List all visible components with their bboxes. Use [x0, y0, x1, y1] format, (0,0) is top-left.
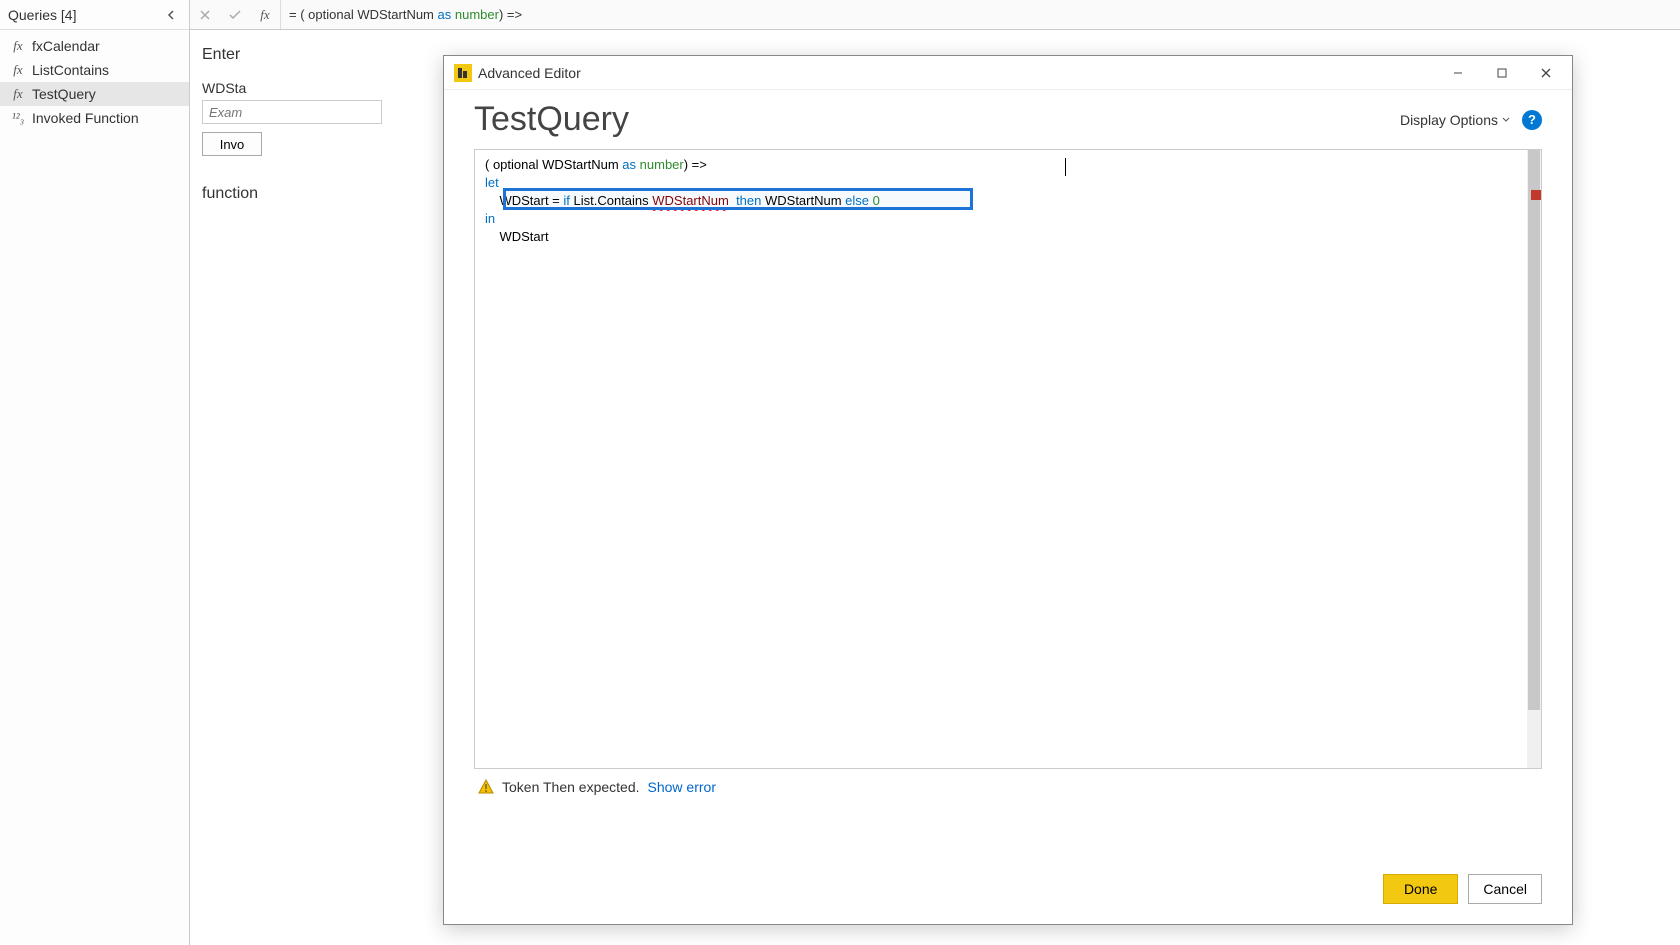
- code-line-5: WDStart: [485, 228, 1531, 246]
- query-item-listcontains[interactable]: fx ListContains: [0, 58, 189, 82]
- advanced-editor-dialog: Advanced Editor TestQuery: [443, 55, 1573, 925]
- editor-heading: TestQuery: [474, 100, 629, 139]
- function-section-label: function: [202, 185, 258, 203]
- fx-icon: fx: [10, 62, 26, 78]
- help-icon[interactable]: ?: [1522, 110, 1542, 130]
- show-error-link[interactable]: Show error: [648, 779, 716, 795]
- query-label: TestQuery: [32, 86, 96, 102]
- scroll-thumb[interactable]: [1528, 150, 1540, 710]
- code-line-3: WDStart = if List.Contains WDStartNum th…: [485, 192, 1531, 210]
- query-label: fxCalendar: [32, 38, 100, 54]
- fx-formula-button[interactable]: fx: [250, 1, 280, 29]
- query-label: ListContains: [32, 62, 109, 78]
- param-input[interactable]: [202, 100, 382, 124]
- param-name-label: WDSta: [202, 80, 246, 96]
- app-icon: [454, 64, 472, 82]
- fx-icon: fx: [10, 86, 26, 102]
- dialog-footer: Done Cancel: [444, 864, 1572, 924]
- error-message: Token Then expected.: [502, 779, 640, 795]
- minimize-button[interactable]: [1436, 58, 1480, 88]
- query-item-testquery[interactable]: fx TestQuery: [0, 82, 189, 106]
- query-item-fxcalendar[interactable]: fx fxCalendar: [0, 34, 189, 58]
- maximize-button[interactable]: [1480, 58, 1524, 88]
- error-bar: Token Then expected. Show error: [474, 769, 1542, 805]
- text-cursor: [1065, 158, 1066, 176]
- fx-icon: fx: [10, 38, 26, 54]
- enter-parameters-label: Enter: [202, 46, 240, 64]
- queries-header: Queries [4]: [0, 0, 189, 30]
- error-marker-icon: [1531, 190, 1541, 200]
- code-scrollbar[interactable]: [1527, 150, 1541, 768]
- code-line-2: let: [485, 174, 1531, 192]
- query-item-invoked-function[interactable]: ¹²₃ Invoked Function: [0, 106, 189, 130]
- queries-list: fx fxCalendar fx ListContains fx TestQue…: [0, 30, 189, 134]
- chevron-down-icon: [1502, 117, 1510, 123]
- code-editor[interactable]: ( optional WDStartNum as number) => let …: [474, 149, 1542, 769]
- number-icon: ¹²₃: [10, 110, 26, 126]
- formula-bar: fx = ( optional WDStartNum as number) =>: [190, 0, 1680, 30]
- display-options-dropdown[interactable]: Display Options: [1400, 112, 1510, 128]
- warning-icon: [478, 779, 494, 795]
- cancel-formula-button[interactable]: [190, 1, 220, 29]
- close-button[interactable]: [1524, 58, 1568, 88]
- code-line-1: ( optional WDStartNum as number) =>: [485, 156, 1531, 174]
- formula-content[interactable]: = ( optional WDStartNum as number) =>: [280, 0, 1680, 29]
- queries-panel: Queries [4] fx fxCalendar fx ListContain…: [0, 0, 190, 945]
- collapse-panel-button[interactable]: [161, 5, 181, 25]
- queries-title: Queries [4]: [8, 7, 76, 23]
- cancel-button[interactable]: Cancel: [1468, 874, 1542, 904]
- query-label: Invoked Function: [32, 110, 139, 126]
- done-button[interactable]: Done: [1383, 874, 1458, 904]
- code-line-4: in: [485, 210, 1531, 228]
- dialog-title: Advanced Editor: [478, 65, 581, 81]
- invoke-button[interactable]: Invo: [202, 132, 262, 156]
- dialog-titlebar[interactable]: Advanced Editor: [444, 56, 1572, 90]
- commit-formula-button[interactable]: [220, 1, 250, 29]
- main-area: fx = ( optional WDStartNum as number) =>…: [190, 0, 1680, 945]
